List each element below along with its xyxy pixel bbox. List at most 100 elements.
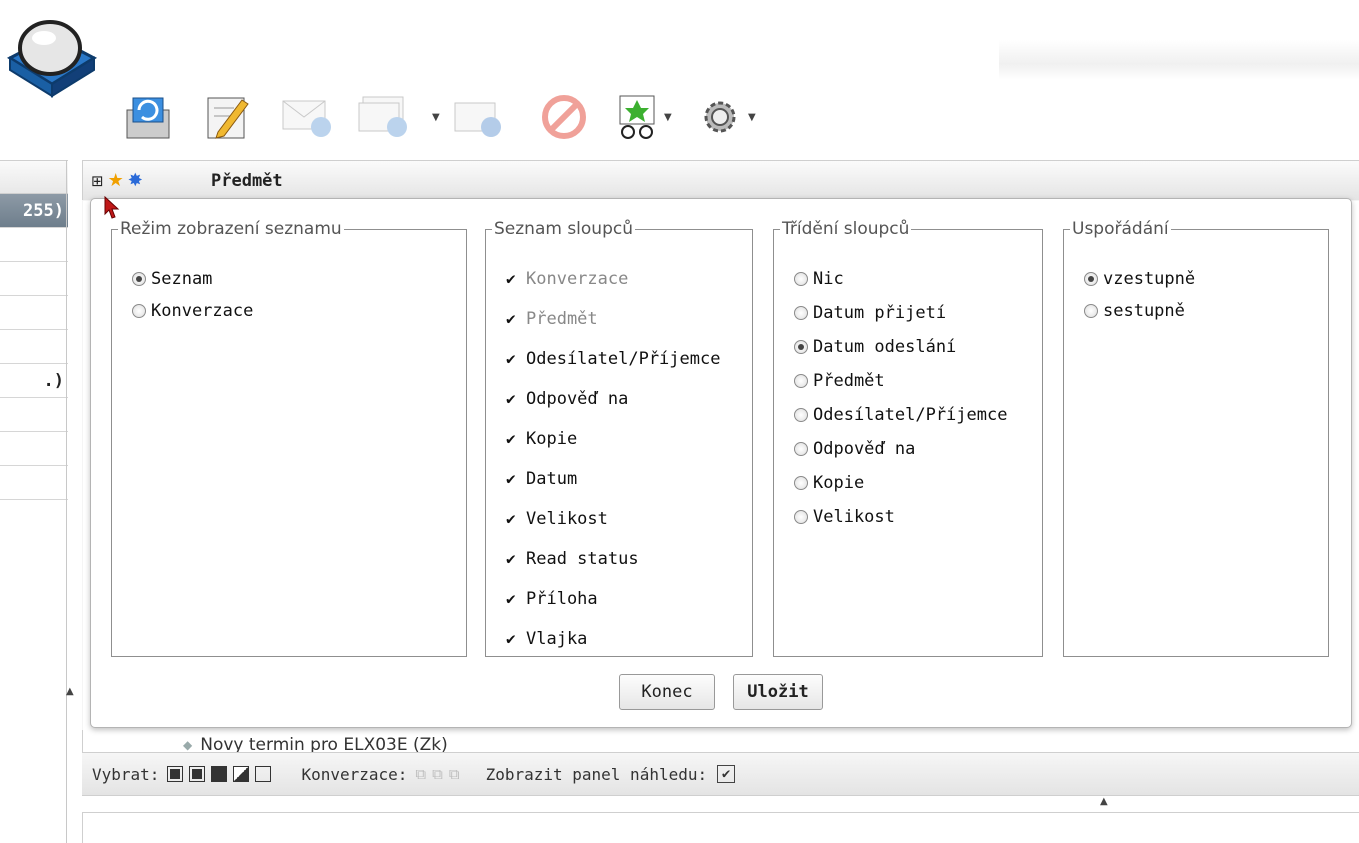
folder-row[interactable] <box>0 228 68 262</box>
list-mode-legend: Režim zobrazení seznamu <box>120 219 342 239</box>
sort-column-legend: Třídění sloupců <box>782 219 910 239</box>
folder-row[interactable] <box>0 262 68 296</box>
column-option[interactable]: ✔ Odpověď na <box>506 389 628 409</box>
option-label: Odesílatel/Příjemce <box>526 349 721 369</box>
radio-icon[interactable] <box>1084 304 1098 318</box>
splitter-handle-icon[interactable]: ▲ <box>66 686 74 697</box>
select-page-icon[interactable] <box>189 766 206 782</box>
compose-button[interactable] <box>200 86 256 148</box>
delete-button[interactable] <box>536 86 592 148</box>
checkbox-icon[interactable]: ✔ <box>506 391 522 407</box>
checkbox-icon[interactable]: ✔ <box>506 311 522 327</box>
radio-icon[interactable] <box>794 306 808 320</box>
radio-icon[interactable] <box>794 442 808 456</box>
folder-row[interactable]: .) <box>0 364 68 398</box>
radio-option[interactable]: Seznam <box>132 269 212 289</box>
header: ▼ ▼ ▼ <box>0 0 1359 160</box>
reply-all-button[interactable] <box>356 86 412 148</box>
refresh-mail-button[interactable] <box>120 86 176 148</box>
checkbox-icon[interactable]: ✔ <box>506 551 522 567</box>
preview-pane-checkbox[interactable]: ✔ <box>717 765 736 783</box>
radio-icon[interactable] <box>794 510 808 524</box>
folder-row[interactable] <box>0 432 68 466</box>
radio-option[interactable]: Předmět <box>794 371 885 391</box>
settings-button[interactable] <box>692 86 748 148</box>
expand-unread-icon[interactable]: ⧉ <box>432 765 443 783</box>
close-button[interactable]: Konec <box>619 674 715 710</box>
reply-button[interactable] <box>280 86 336 148</box>
list-options-dialog: Režim zobrazení seznamu Seznam Konverzace… <box>90 198 1352 728</box>
option-label: Read status <box>526 549 639 569</box>
list-options-icon[interactable]: ⊞ <box>91 172 104 190</box>
preview-splitter-icon[interactable]: ▲ <box>1100 796 1108 807</box>
mark-button[interactable] <box>610 86 666 148</box>
option-label: Seznam <box>151 269 213 289</box>
column-option[interactable]: ✔ Velikost <box>506 509 608 529</box>
checkbox-icon[interactable]: ✔ <box>506 591 522 607</box>
folder-row[interactable]: 255) <box>0 194 68 228</box>
radio-icon[interactable] <box>794 272 808 286</box>
select-unread-icon[interactable] <box>211 766 228 782</box>
pane-splitter[interactable] <box>66 160 67 843</box>
radio-option[interactable]: Velikost <box>794 507 895 527</box>
radio-icon[interactable] <box>794 476 808 490</box>
checkbox-icon[interactable]: ✔ <box>506 271 522 287</box>
checkbox-icon[interactable]: ✔ <box>506 431 522 447</box>
checkbox-icon[interactable]: ✔ <box>506 511 522 527</box>
column-option[interactable]: ✔ Konverzace <box>506 269 628 289</box>
unread-flag-icon[interactable]: ✸ <box>128 170 143 191</box>
folder-row[interactable] <box>0 296 68 330</box>
reply-all-dropdown-icon[interactable]: ▼ <box>432 112 440 123</box>
subject-column-header[interactable]: Předmět <box>211 171 283 191</box>
folder-row[interactable] <box>0 466 68 500</box>
radio-option[interactable]: Odpověď na <box>794 439 915 459</box>
expand-all-icon[interactable]: ⧉ <box>415 765 426 783</box>
radio-option[interactable]: Nic <box>794 269 844 289</box>
folder-count: .) <box>43 370 64 391</box>
forward-icon <box>454 102 501 137</box>
radio-icon[interactable] <box>794 408 808 422</box>
mark-dropdown-icon[interactable]: ▼ <box>664 112 672 123</box>
radio-option[interactable]: Datum přijetí <box>794 303 946 323</box>
option-label: Konverzace <box>526 269 629 289</box>
forward-button[interactable] <box>450 86 506 148</box>
column-option[interactable]: ✔ Read status <box>506 549 639 569</box>
radio-option[interactable]: Odesílatel/Příjemce <box>794 405 1007 425</box>
radio-option[interactable]: vzestupně <box>1084 269 1195 289</box>
delete-icon <box>542 95 586 139</box>
checkbox-icon[interactable]: ✔ <box>506 471 522 487</box>
radio-option[interactable]: Datum odeslání <box>794 337 956 357</box>
column-option[interactable]: ✔ Datum <box>506 469 577 489</box>
star-icon[interactable]: ★ <box>108 170 124 191</box>
radio-icon[interactable] <box>794 374 808 388</box>
select-invert-icon[interactable] <box>233 766 250 782</box>
radio-option[interactable]: sestupně <box>1084 301 1185 321</box>
checkbox-icon[interactable]: ✔ <box>506 631 522 647</box>
folder-pane-header <box>0 160 68 194</box>
radio-icon[interactable] <box>1084 272 1098 286</box>
mouse-cursor-icon <box>104 196 120 219</box>
column-option[interactable]: ✔ Kopie <box>506 429 577 449</box>
radio-option[interactable]: Kopie <box>794 473 864 493</box>
reply-icon <box>282 100 331 137</box>
sort-order-legend: Uspořádání <box>1072 219 1169 239</box>
message-bullet-icon: ◆ <box>183 738 193 752</box>
checkbox-icon[interactable]: ✔ <box>506 351 522 367</box>
radio-option[interactable]: Konverzace <box>132 301 253 321</box>
folder-row[interactable] <box>0 398 68 432</box>
folder-row[interactable] <box>0 330 68 364</box>
save-button[interactable]: Uložit <box>733 674 823 710</box>
select-all-icon[interactable] <box>167 766 184 782</box>
radio-icon[interactable] <box>132 272 146 286</box>
collapse-all-icon[interactable]: ⧉ <box>449 765 460 783</box>
select-none-icon[interactable] <box>255 766 272 782</box>
column-option[interactable]: ✔ Předmět <box>506 309 598 329</box>
radio-icon[interactable] <box>132 304 146 318</box>
option-label: Datum odeslání <box>813 337 957 357</box>
option-label: sestupně <box>1103 301 1185 321</box>
column-option[interactable]: ✔ Příloha <box>506 589 598 609</box>
column-option[interactable]: ✔ Odesílatel/Příjemce <box>506 349 720 369</box>
radio-icon[interactable] <box>794 340 808 354</box>
settings-dropdown-icon[interactable]: ▼ <box>748 112 756 123</box>
column-option[interactable]: ✔ Vlajka <box>506 629 587 649</box>
